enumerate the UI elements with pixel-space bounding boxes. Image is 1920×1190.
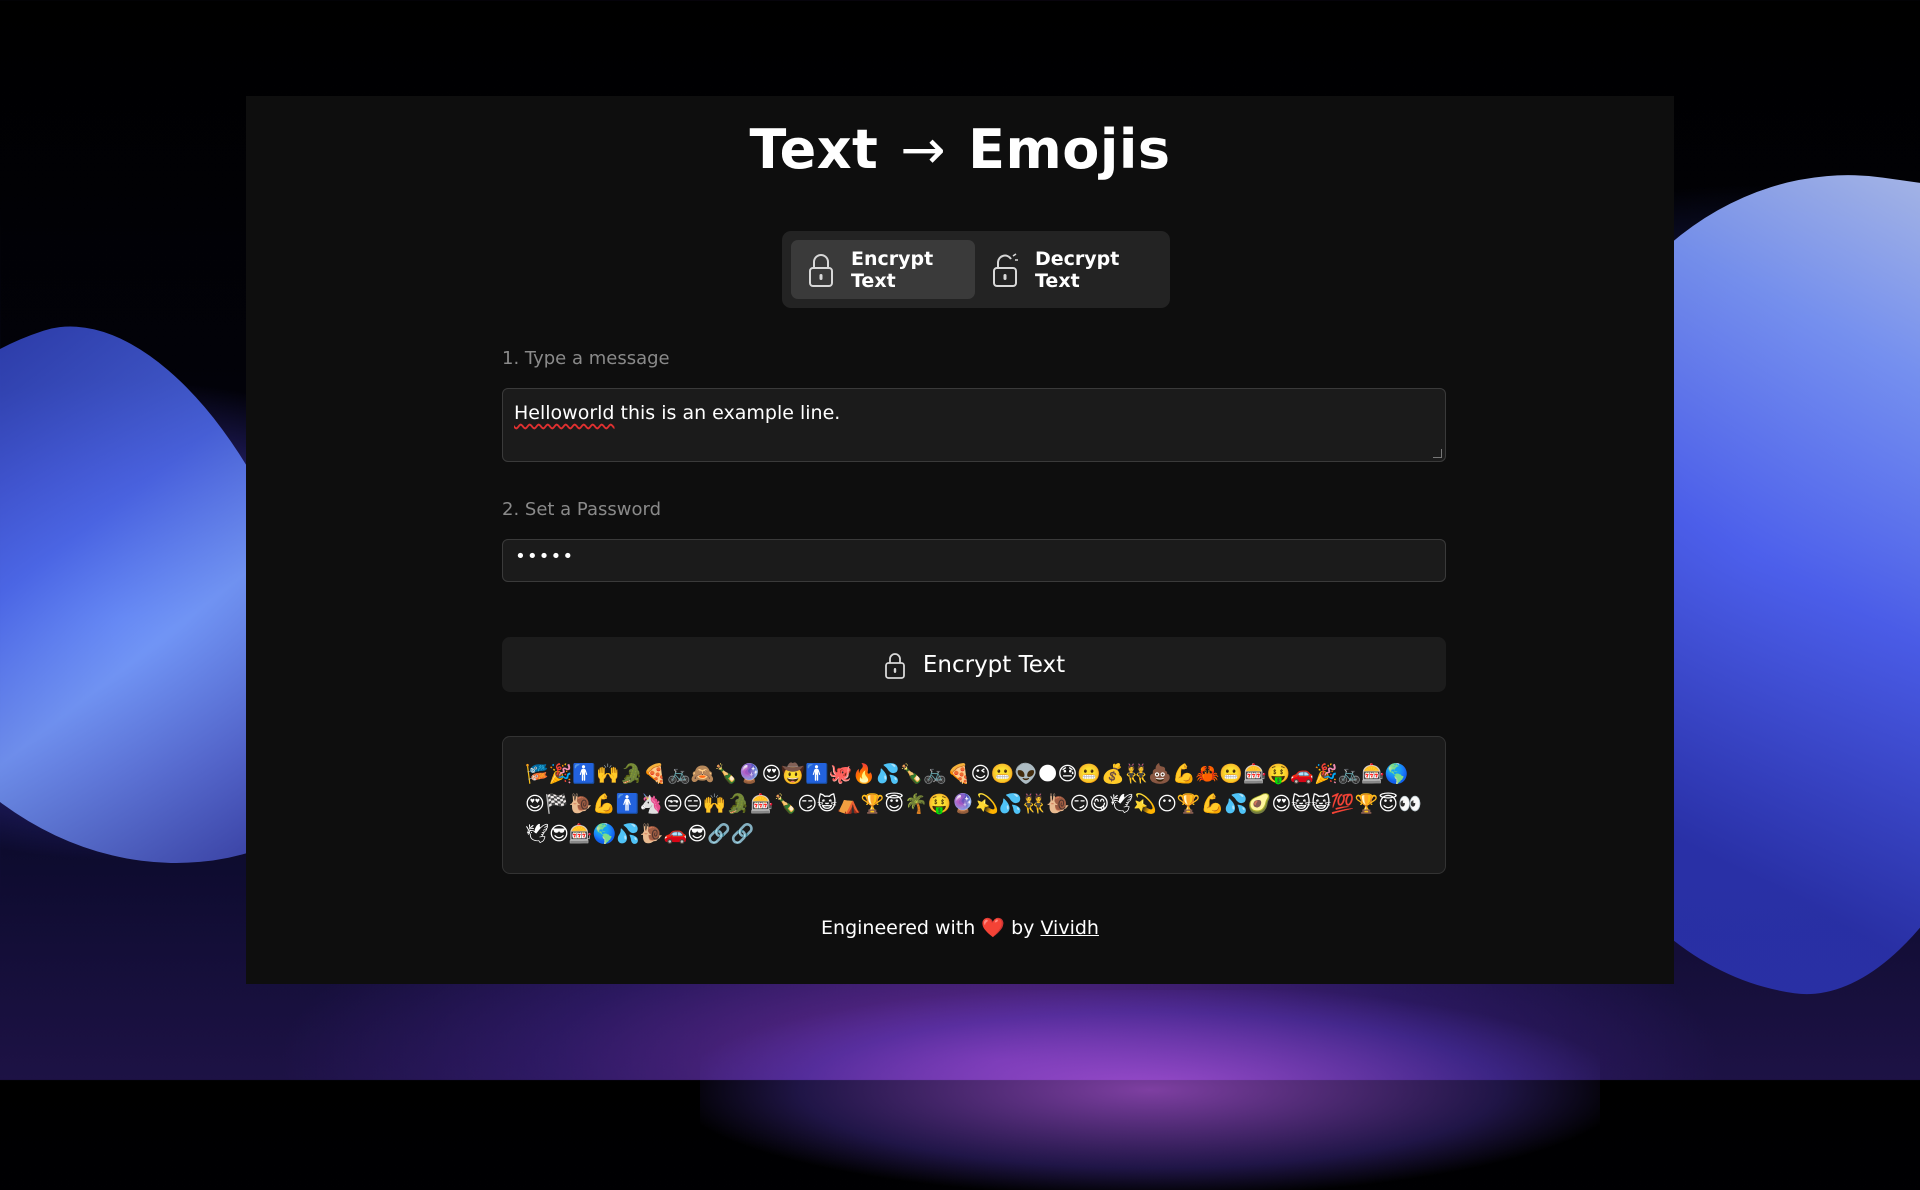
encrypt-button[interactable]: Encrypt Text bbox=[502, 637, 1446, 692]
message-value: Helloworld this is an example line. bbox=[514, 402, 840, 424]
misspelled-word: Helloworld bbox=[514, 402, 615, 424]
resize-handle[interactable] bbox=[1433, 449, 1442, 458]
message-textarea[interactable]: Helloworld this is an example line. bbox=[502, 388, 1446, 462]
lock-icon bbox=[805, 252, 837, 288]
footer-by: by bbox=[1011, 917, 1035, 939]
password-value: ••••• bbox=[515, 546, 575, 567]
tab-encrypt[interactable]: Encrypt Text bbox=[791, 240, 975, 299]
title-right: Emojis bbox=[968, 118, 1171, 181]
message-value-rest: this is an example line. bbox=[614, 402, 841, 424]
password-field[interactable]: ••••• bbox=[502, 539, 1446, 582]
password-label: 2. Set a Password bbox=[502, 499, 662, 520]
author-link[interactable]: Vividh bbox=[1040, 917, 1098, 939]
encrypt-button-label: Encrypt Text bbox=[922, 651, 1066, 678]
output-emojis: 🎏🎉🚹🙌🐊🍕🚲🙈🍾🔮😍🤠🚹🐙🔥💦🍾🚲🍕😉😬👽🌑😓😬💰👯💩💪🦀😬🎰🤑🚗🎉🚲🎰🌎😍🏁… bbox=[525, 763, 1422, 845]
lock-icon bbox=[883, 650, 907, 680]
page-title: Text → Emojis bbox=[0, 118, 1920, 181]
output-box[interactable]: 🎏🎉🚹🙌🐊🍕🚲🙈🍾🔮😍🤠🚹🐙🔥💦🍾🚲🍕😉😬👽🌑😓😬💰👯💩💪🦀😬🎰🤑🚗🎉🚲🎰🌎😍🏁… bbox=[502, 736, 1446, 874]
title-left: Text bbox=[749, 118, 879, 181]
wallpaper-glow-bottom bbox=[700, 990, 1600, 1190]
tab-encrypt-label: Encrypt Text bbox=[851, 247, 934, 292]
tab-decrypt[interactable]: Decrypt Text bbox=[975, 240, 1161, 299]
heart-icon: ❤️ bbox=[981, 917, 1006, 939]
tab-decrypt-label: Decrypt Text bbox=[1035, 247, 1120, 292]
footer: Engineered with ❤️ by Vividh bbox=[0, 916, 1920, 939]
title-arrow: → bbox=[900, 118, 947, 181]
unlock-icon bbox=[989, 252, 1021, 288]
footer-prefix: Engineered with bbox=[821, 917, 976, 939]
message-label: 1. Type a message bbox=[502, 348, 670, 369]
mode-tabs: Encrypt Text Decrypt Text bbox=[782, 231, 1170, 308]
